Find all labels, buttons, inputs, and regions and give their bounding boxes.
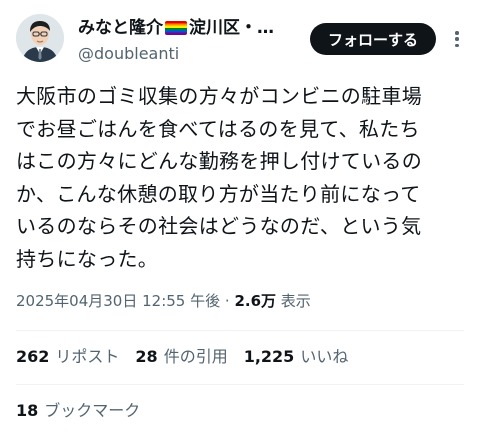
more-options-icon[interactable]: [447, 29, 467, 49]
follow-button[interactable]: フォローする: [310, 23, 436, 55]
quotes-label: 件の引用: [163, 347, 228, 366]
bookmarks-label: ブックマーク: [44, 401, 141, 420]
dot: [455, 43, 459, 47]
author-handle[interactable]: @doubleanti: [78, 43, 306, 65]
tweet-timestamp[interactable]: 2025年04月30日 12:55 午後: [16, 292, 220, 310]
author-display-name[interactable]: みなと隆介 淀川区・…: [78, 17, 306, 39]
reposts-count: 262: [16, 347, 50, 366]
meta-separator: ·: [220, 292, 235, 310]
avatar-illustration: [16, 14, 64, 62]
tweet-header: みなと隆介 淀川区・… @doubleanti フォローする: [16, 14, 466, 70]
author-names: みなと隆介 淀川区・… @doubleanti: [78, 17, 306, 65]
quotes-stat[interactable]: 28 件の引用: [135, 346, 227, 368]
user-avatar-icon[interactable]: [16, 14, 64, 62]
display-name-suffix: 淀川区・…: [189, 18, 274, 38]
tweet-meta: 2025年04月30日 12:55 午後 · 2.6万 表示: [16, 290, 311, 312]
dot: [455, 31, 459, 35]
likes-stat[interactable]: 1,225 いいね: [244, 346, 349, 368]
bookmarks-count: 18: [16, 401, 39, 420]
divider: [16, 330, 464, 331]
divider: [16, 384, 464, 385]
dot: [455, 37, 459, 41]
engagement-stats: 262 リポスト 28 件の引用 1,225 いいね: [16, 346, 348, 368]
likes-count: 1,225: [243, 347, 295, 366]
views-count: 2.6万: [234, 292, 277, 310]
tweet-text: 大阪市のゴミ収集の方々がコンビニの駐車場 でお昼ごはんを食べてはるのを見て、私た…: [16, 84, 422, 271]
likes-label: いいね: [300, 347, 349, 366]
display-name-prefix: みなと隆介: [78, 18, 163, 38]
reposts-stat[interactable]: 262 リポスト: [16, 346, 119, 368]
views-label: 表示: [276, 292, 311, 310]
bookmarks-stat[interactable]: 18 ブックマーク: [16, 400, 140, 422]
reposts-label: リポスト: [55, 347, 120, 366]
rainbow-flag-icon: [165, 21, 187, 35]
quotes-count: 28: [135, 347, 158, 366]
